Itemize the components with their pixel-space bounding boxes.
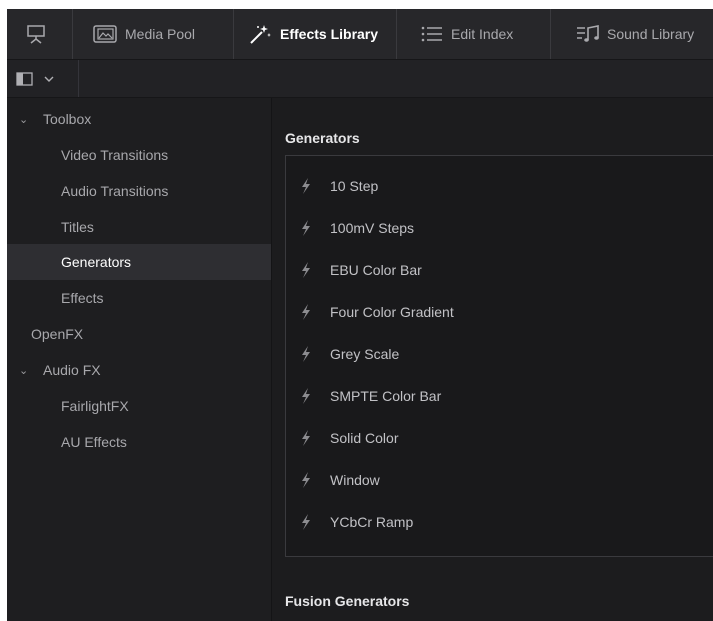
section-title-generators: Generators (285, 130, 360, 146)
chevron-down-icon[interactable]: ⌄ (19, 113, 35, 126)
tab-effects-library-label: Effects Library (280, 26, 379, 42)
tab-effects-library[interactable]: Effects Library (234, 9, 397, 59)
generator-item[interactable]: Four Color Gradient (286, 291, 713, 333)
generator-item-label: 10 Step (330, 178, 379, 194)
lightning-bolt-icon (300, 220, 330, 236)
sidebar-item-label: AU Effects (61, 434, 127, 450)
music-note-icon (577, 25, 599, 42)
generator-item[interactable]: EBU Color Bar (286, 249, 713, 291)
sidebar-item-toolbox[interactable]: ⌄ Toolbox (7, 101, 271, 137)
generators-content: Generators 10 Step 100mV Steps EBU Color… (272, 98, 713, 621)
tab-media-pool[interactable]: Media Pool (73, 9, 234, 59)
generator-item-label: 100mV Steps (330, 220, 415, 236)
sidebar-item-effects[interactable]: Effects (7, 280, 271, 316)
effects-library-panel: Media Pool Effects Library Edit Index So… (7, 9, 713, 621)
sidebar-item-audio-transitions[interactable]: Audio Transitions (7, 173, 271, 209)
section-title-fusion-generators: Fusion Generators (285, 593, 410, 609)
sidebar-item-label: Generators (61, 254, 132, 270)
lightning-bolt-icon (300, 304, 330, 320)
sidebar-item-label: Toolbox (43, 111, 92, 127)
generators-list: 10 Step 100mV Steps EBU Color Bar Four C… (285, 155, 713, 557)
sidebar-item-label: Titles (61, 219, 94, 235)
lightning-bolt-icon (300, 430, 330, 446)
sidebar-item-label: Audio Transitions (61, 183, 169, 199)
generator-item[interactable]: Window (286, 459, 713, 501)
lightning-bolt-icon (300, 514, 330, 530)
generator-item[interactable]: SMPTE Color Bar (286, 375, 713, 417)
lightning-bolt-icon (300, 262, 330, 278)
generator-item[interactable]: 10 Step (286, 165, 713, 207)
sidebar-item-fairlightfx[interactable]: FairlightFX (7, 388, 271, 424)
sidebar-item-audio-fx[interactable]: ⌄ Audio FX (7, 352, 271, 388)
sidebar-item-label: Video Transitions (61, 147, 169, 163)
generator-item-label: SMPTE Color Bar (330, 388, 442, 404)
library-subbar (7, 60, 713, 98)
generator-item-label: Window (330, 472, 380, 488)
sidebar-item-label: Audio FX (43, 362, 101, 378)
generator-item-label: Solid Color (330, 430, 399, 446)
workspace-toggle-button[interactable] (7, 9, 73, 59)
sidebar-item-generators[interactable]: Generators (7, 244, 271, 280)
sidebar-item-label: FairlightFX (61, 398, 129, 414)
tab-edit-index[interactable]: Edit Index (397, 9, 551, 59)
presentation-icon (26, 25, 45, 44)
generator-item-label: YCbCr Ramp (330, 514, 414, 530)
sidebar-toggle-button[interactable] (7, 60, 79, 97)
generator-item[interactable]: Grey Scale (286, 333, 713, 375)
sidebar-item-label: Effects (61, 290, 104, 306)
tab-media-pool-label: Media Pool (125, 26, 196, 42)
sidebar-item-label: OpenFX (31, 326, 84, 342)
panel-toolbar: Media Pool Effects Library Edit Index So… (7, 9, 713, 60)
effects-wand-icon (250, 25, 271, 44)
generator-item[interactable]: YCbCr Ramp (286, 501, 713, 543)
tab-edit-index-label: Edit Index (451, 26, 514, 42)
generator-item[interactable]: 100mV Steps (286, 207, 713, 249)
generator-item-label: Four Color Gradient (330, 304, 454, 320)
chevron-down-icon[interactable]: ⌄ (19, 364, 35, 377)
generator-item-label: EBU Color Bar (330, 262, 422, 278)
tab-sound-library[interactable]: Sound Library (551, 9, 708, 59)
generator-item[interactable]: Solid Color (286, 417, 713, 459)
sidebar-item-openfx[interactable]: OpenFX (7, 316, 271, 352)
list-icon (421, 26, 442, 42)
sidebar-item-au-effects[interactable]: AU Effects (7, 424, 271, 460)
sidebar-panel-icon (16, 71, 33, 86)
lightning-bolt-icon (300, 472, 330, 488)
sidebar-item-video-transitions[interactable]: Video Transitions (7, 137, 271, 173)
lightning-bolt-icon (300, 388, 330, 404)
library-sidebar: ⌄ Toolbox Video Transitions Audio Transi… (7, 98, 272, 621)
generator-item-label: Grey Scale (330, 346, 400, 362)
media-pool-icon (93, 25, 117, 43)
sidebar-item-titles[interactable]: Titles (7, 209, 271, 245)
tab-sound-library-label: Sound Library (607, 26, 695, 42)
lightning-bolt-icon (300, 178, 330, 194)
chevron-down-icon (44, 76, 54, 82)
lightning-bolt-icon (300, 346, 330, 362)
